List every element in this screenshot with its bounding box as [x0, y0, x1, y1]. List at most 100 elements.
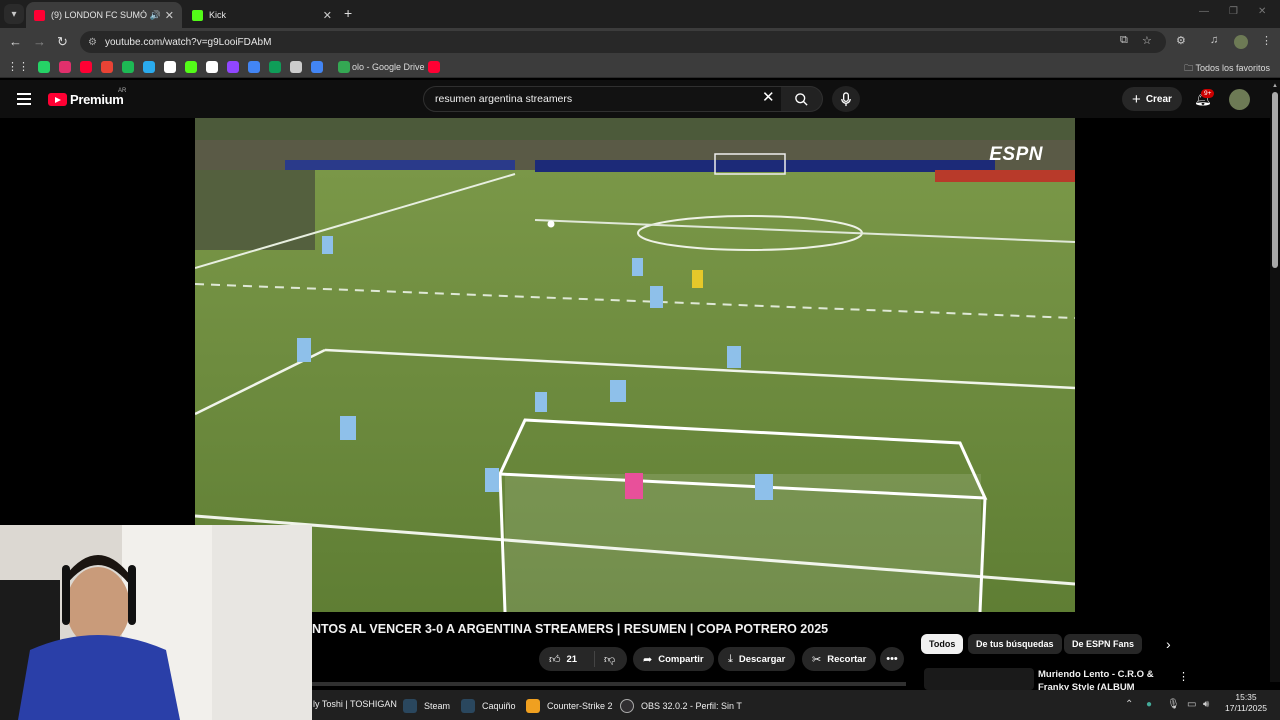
- site-info-icon[interactable]: ⚙: [88, 37, 97, 48]
- telegram-icon[interactable]: [143, 61, 155, 73]
- tab-search-button[interactable]: ▾: [4, 4, 24, 24]
- volume-icon[interactable]: 🔊︎: [1203, 699, 1209, 710]
- taskbar-toshi[interactable]: ly Toshi | TOSHIGAN: [313, 699, 397, 709]
- close-window-icon[interactable]: ✕: [1258, 6, 1266, 17]
- youtube-icon[interactable]: [80, 61, 92, 73]
- recommended-menu-icon[interactable]: ⋮: [1178, 670, 1189, 683]
- page-scrollbar[interactable]: ▲: [1270, 80, 1280, 682]
- tab-title: Kick: [209, 10, 227, 20]
- search-button[interactable]: [781, 86, 823, 112]
- cast-icon[interactable]: ⧉: [1120, 34, 1128, 47]
- like-dislike-group: 👍︎ 21 👎︎: [539, 647, 627, 671]
- taskbar-label: OBS 32.0.2 - Perfil: Sin T: [641, 701, 742, 711]
- taskbar-steam[interactable]: Steam: [403, 699, 450, 713]
- back-icon[interactable]: ←: [9, 34, 22, 49]
- close-tab-icon[interactable]: ✕: [323, 9, 332, 22]
- all-bookmarks[interactable]: 🗀 Todos los favoritos: [1184, 61, 1270, 77]
- chrome-icon[interactable]: [248, 61, 260, 73]
- voice-search-button[interactable]: [832, 86, 860, 112]
- video-frame-soccer-field: [195, 118, 1075, 612]
- twitch-icon[interactable]: [227, 61, 239, 73]
- url-text: youtube.com/watch?v=g9LooiFDAbM: [104, 36, 272, 48]
- scissors-icon: ✂: [812, 653, 822, 666]
- speaker-icon[interactable]: 🔊: [150, 10, 161, 21]
- chatgpt-icon[interactable]: [290, 61, 302, 73]
- share-button[interactable]: ➦ Compartir: [633, 647, 714, 671]
- spotify-icon[interactable]: [122, 61, 134, 73]
- media-controls-icon[interactable]: ♫: [1210, 34, 1218, 46]
- instagram-icon[interactable]: [59, 61, 71, 73]
- all-bookmarks-label: Todos los favoritos: [1195, 63, 1270, 73]
- tiktok-icon[interactable]: [206, 61, 218, 73]
- forward-icon[interactable]: →: [33, 34, 46, 49]
- taskbar-label: ly Toshi | TOSHIGAN: [313, 699, 397, 709]
- bookmark-drive[interactable]: olo - Google Drive: [352, 62, 425, 72]
- address-bar[interactable]: ⚙ youtube.com/watch?v=g9LooiFDAbM: [80, 31, 1166, 53]
- new-tab-button[interactable]: +: [344, 5, 352, 21]
- steam-icon: [461, 699, 475, 713]
- search-query: resumen argentina streamers: [435, 93, 573, 105]
- hamburger-menu-icon[interactable]: [17, 93, 31, 105]
- sheets-icon[interactable]: [269, 61, 281, 73]
- minimize-icon[interactable]: —: [1199, 6, 1209, 17]
- youtube-play-icon: [48, 93, 67, 106]
- more-actions-button[interactable]: •••: [880, 647, 904, 671]
- tab-youtube[interactable]: (9) LONDON FC SUMÓ SU 🔊 ✕: [26, 2, 182, 28]
- webcam-overlay: [0, 525, 312, 720]
- taskbar-label: Steam: [424, 701, 451, 711]
- clip-button[interactable]: ✂ Recortar: [802, 647, 877, 671]
- whatsapp-icon[interactable]: [38, 61, 50, 73]
- tray-chevron-icon[interactable]: ⌃: [1125, 699, 1133, 710]
- search-input[interactable]: resumen argentina streamers: [423, 86, 788, 112]
- kick-icon[interactable]: [185, 61, 197, 73]
- share-icon: ➦: [643, 653, 653, 666]
- create-label: Crear: [1145, 93, 1172, 105]
- youtube-header: Premium AR resumen argentina streamers ✕…: [0, 80, 1270, 118]
- close-tab-icon[interactable]: ✕: [165, 9, 174, 22]
- recommended-thumbnail[interactable]: [924, 668, 1034, 690]
- gmail-icon[interactable]: [101, 61, 113, 73]
- create-button[interactable]: + Crear: [1122, 87, 1182, 111]
- profile-avatar-icon[interactable]: [1234, 35, 1248, 49]
- tab-title: (9) LONDON FC SUMÓ SU: [51, 10, 147, 20]
- tray-microphone-icon[interactable]: 🎙︎: [1167, 699, 1180, 710]
- clip-label: Recortar: [827, 653, 867, 665]
- bookmarks-bar: ⋮⋮ olo - Google Drive 🗀 Todos los favori…: [0, 56, 1280, 78]
- reload-icon[interactable]: ↻: [57, 34, 68, 50]
- chip-all[interactable]: Todos: [921, 634, 964, 654]
- counter-strike-icon: [526, 699, 540, 713]
- scrollbar-thumb[interactable]: [1272, 92, 1278, 268]
- dislike-button[interactable]: 👎︎: [595, 653, 621, 666]
- comments-divider: [312, 682, 906, 686]
- bookmark-star-icon[interactable]: ☆: [1142, 34, 1152, 47]
- menu-dots-icon[interactable]: ⋮: [1261, 34, 1272, 47]
- x-icon[interactable]: [164, 61, 176, 73]
- chip-espn-fans[interactable]: De ESPN Fans: [1064, 634, 1143, 654]
- restore-icon[interactable]: ❐: [1229, 6, 1238, 17]
- account-avatar[interactable]: [1229, 89, 1250, 110]
- taskbar-obs[interactable]: OBS 32.0.2 - Perfil: Sin T: [620, 699, 742, 713]
- steam-icon: [403, 699, 417, 713]
- clear-search-icon[interactable]: ✕: [762, 90, 775, 106]
- tray-app-icon[interactable]: ●: [1146, 699, 1152, 710]
- chip-from-searches[interactable]: De tus búsquedas: [968, 634, 1062, 654]
- taskbar-clock[interactable]: 15:35 17/11/2025: [1220, 692, 1272, 714]
- video-player[interactable]: ESPN: [195, 118, 1075, 612]
- like-button[interactable]: 👍︎ 21: [539, 651, 595, 667]
- apps-grid-icon[interactable]: ⋮⋮: [7, 60, 29, 73]
- recommended-title[interactable]: Muriendo Lento - C.R.O & Franky Style (A…: [1038, 668, 1158, 690]
- chevron-right-icon[interactable]: ›: [1166, 636, 1171, 652]
- country-code: AR: [118, 88, 127, 94]
- scroll-up-icon[interactable]: ▲: [1272, 83, 1278, 89]
- notification-count-badge: 9+: [1201, 89, 1215, 98]
- download-button[interactable]: ⤓ Descargar: [718, 647, 796, 671]
- taskbar-caquino[interactable]: Caquiño: [461, 699, 516, 713]
- youtube-logo[interactable]: Premium AR: [48, 88, 126, 107]
- translate-icon[interactable]: [311, 61, 323, 73]
- tab-kick[interactable]: Kick ✕: [184, 2, 340, 28]
- drive-icon: [338, 61, 350, 73]
- extensions-icon[interactable]: ⚙: [1176, 34, 1186, 47]
- taskbar-counter-strike[interactable]: Counter-Strike 2: [526, 699, 613, 713]
- youtube-bookmark-icon[interactable]: [428, 61, 440, 73]
- network-icon[interactable]: ▭: [1187, 699, 1196, 710]
